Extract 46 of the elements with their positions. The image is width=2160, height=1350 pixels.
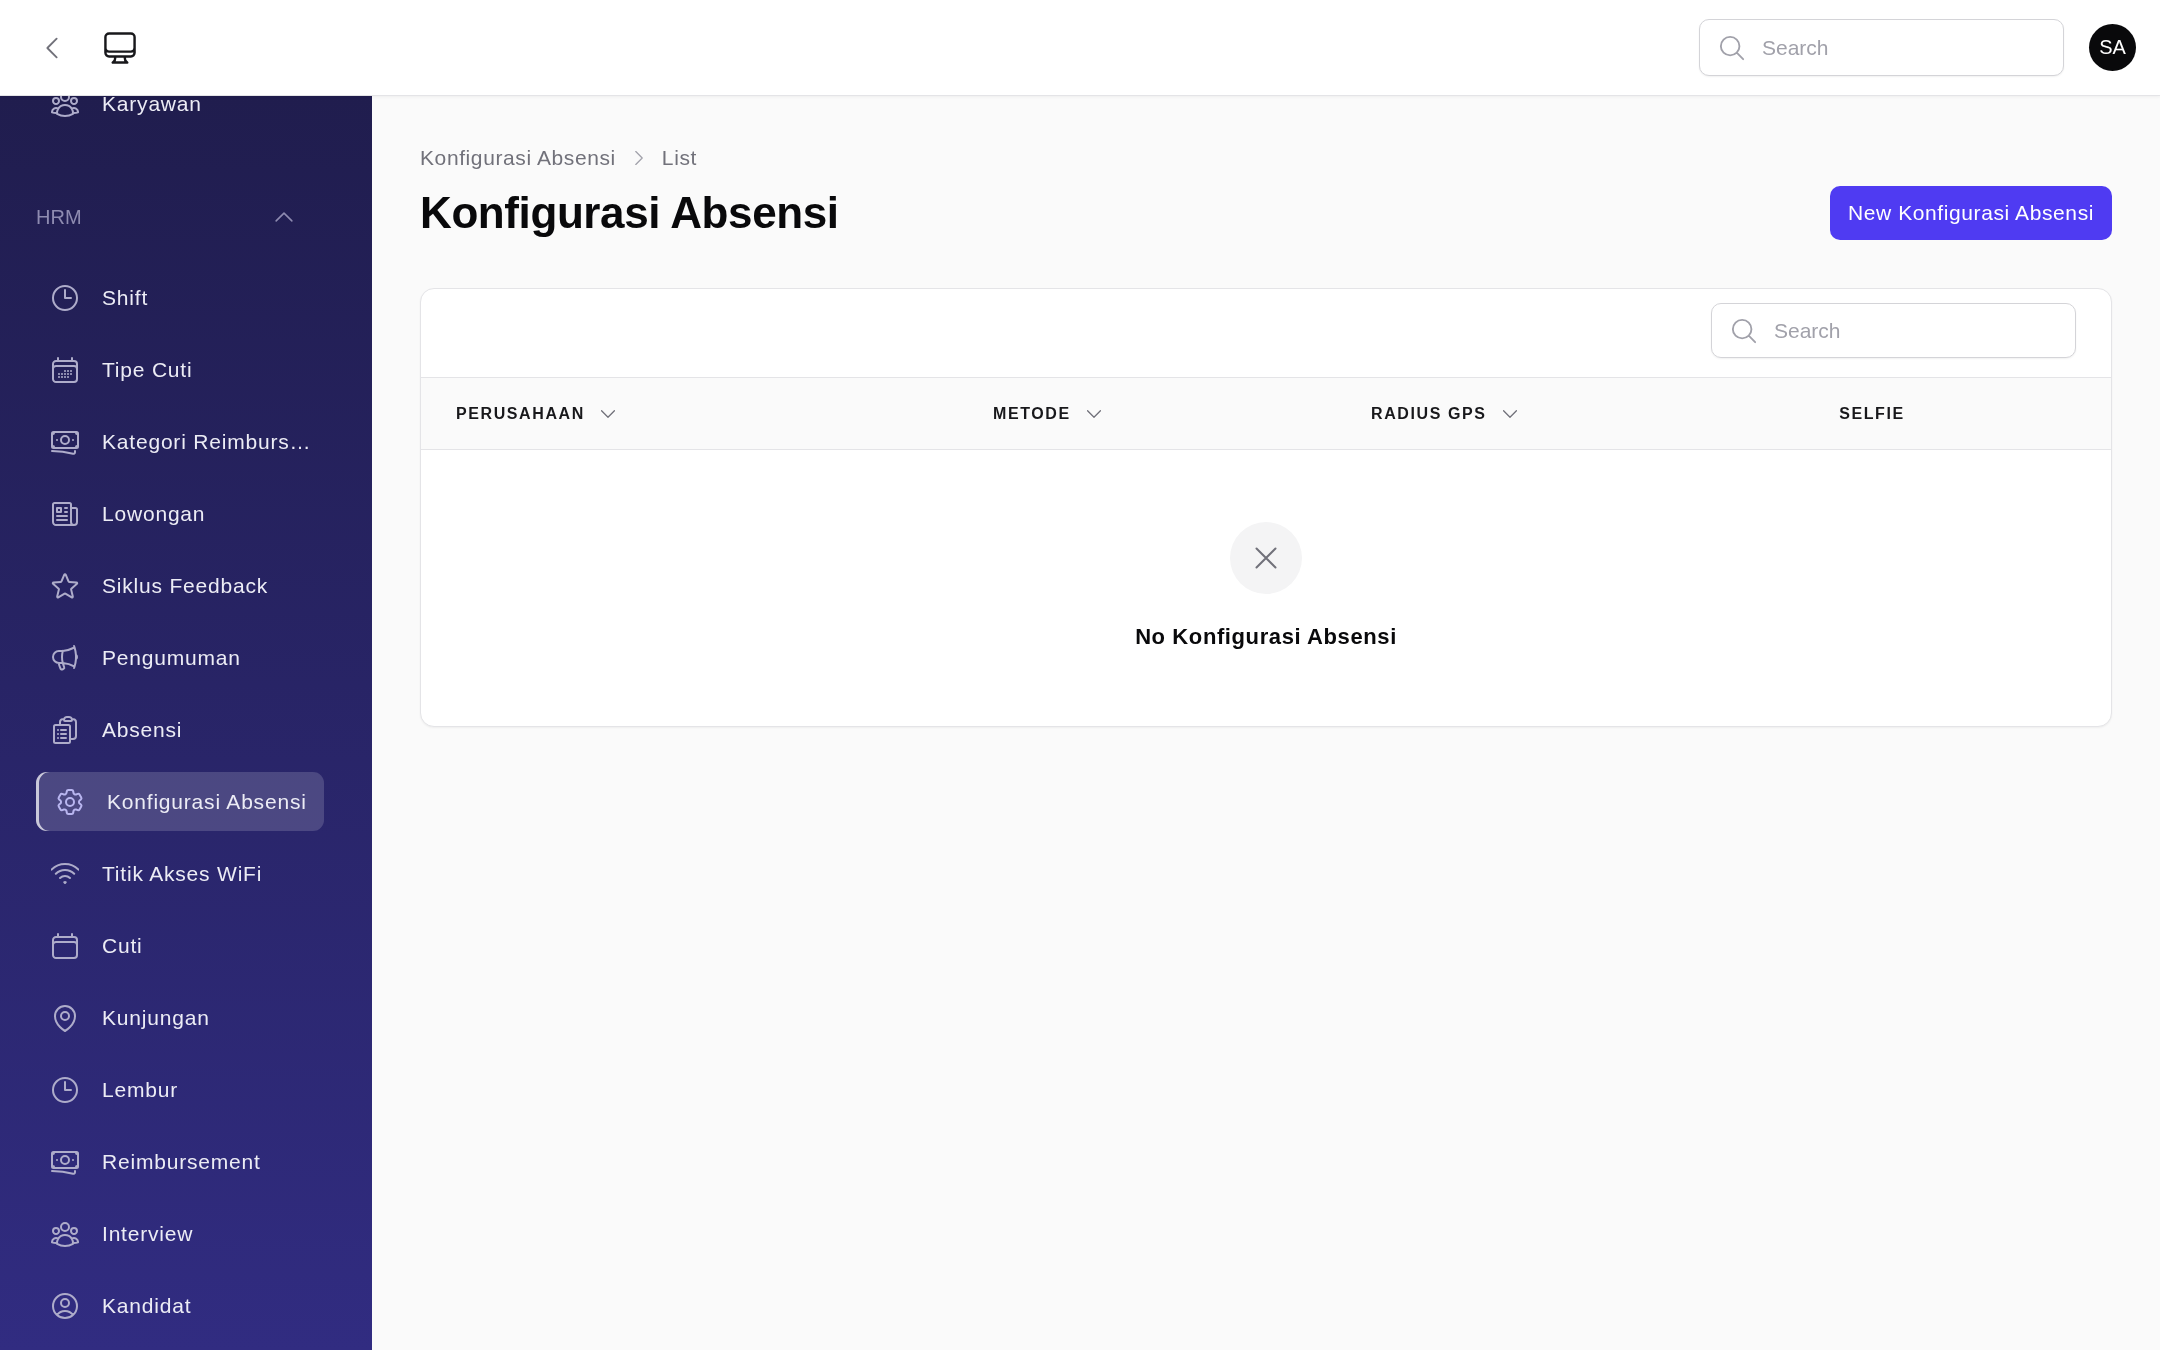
group-toggle[interactable]: HRM	[36, 193, 295, 241]
sidebar-item[interactable]: Kategori Reimburs…	[36, 412, 324, 471]
sidebar-item[interactable]: Kunjungan	[36, 988, 324, 1047]
column-header: SELFIE	[1839, 404, 1905, 423]
sidebar-item[interactable]: Kandidat	[36, 1276, 324, 1335]
clock-icon	[51, 283, 79, 312]
monitor-icon	[103, 30, 137, 65]
search-field[interactable]: Search	[1699, 19, 2064, 76]
map-pin-icon	[51, 1003, 79, 1032]
new-record-button[interactable]: New Konfigurasi Absensi	[1829, 186, 2112, 240]
empty-state-message: No Konfigurasi Absensi	[1135, 624, 1397, 650]
sidebar-item[interactable]: Siklus Feedback	[36, 556, 324, 615]
calendar-icon	[51, 931, 79, 960]
sidebar-item[interactable]: Lembur	[36, 1060, 324, 1119]
sidebar-item[interactable]: Lowongan	[36, 484, 324, 543]
sidebar-item[interactable]: Karyawan	[36, 96, 324, 134]
search-icon	[1731, 317, 1757, 344]
clock-icon	[51, 1075, 79, 1104]
clipboard-icon	[51, 715, 79, 744]
column-header[interactable]: PERUSAHAAN	[456, 404, 617, 423]
sidebar-item[interactable]: Cuti	[36, 916, 324, 975]
star-icon	[51, 571, 79, 600]
search-icon	[1719, 34, 1745, 61]
page-title: Konfigurasi Absensi	[420, 187, 839, 239]
users-icon	[51, 1219, 79, 1248]
newspaper-icon	[51, 499, 79, 528]
column-header[interactable]: METODE	[993, 404, 1103, 423]
sidebar-item[interactable]: Absensi	[36, 700, 324, 759]
column-header[interactable]: RADIUS GPS	[1371, 404, 1519, 423]
breadcrumb-link[interactable]: Konfigurasi Absensi	[420, 146, 616, 170]
x-mark-icon	[1230, 522, 1302, 594]
user-avatar[interactable]: SA	[2089, 24, 2136, 71]
megaphone-icon	[51, 643, 79, 672]
sidebar-item[interactable]: Pengumuman	[36, 628, 324, 687]
monitor-button[interactable]	[103, 30, 137, 65]
sidebar-item[interactable]: Shift	[36, 268, 324, 327]
sidebar-item[interactable]: Konfigurasi Absensi	[36, 772, 324, 831]
calendar-icon	[51, 355, 79, 384]
sidebar-item[interactable]: Tipe Cuti	[36, 340, 324, 399]
sidebar-item[interactable]: Titik Akses WiFi	[36, 844, 324, 903]
sidebar-item[interactable]: Reimbursement	[36, 1132, 324, 1191]
settings-icon	[56, 787, 84, 816]
users-icon	[51, 96, 79, 118]
breadcrumb-item: List	[661, 146, 697, 170]
sidebar-item[interactable]: Interview	[36, 1204, 324, 1263]
search-field[interactable]: Search	[1711, 303, 2076, 358]
